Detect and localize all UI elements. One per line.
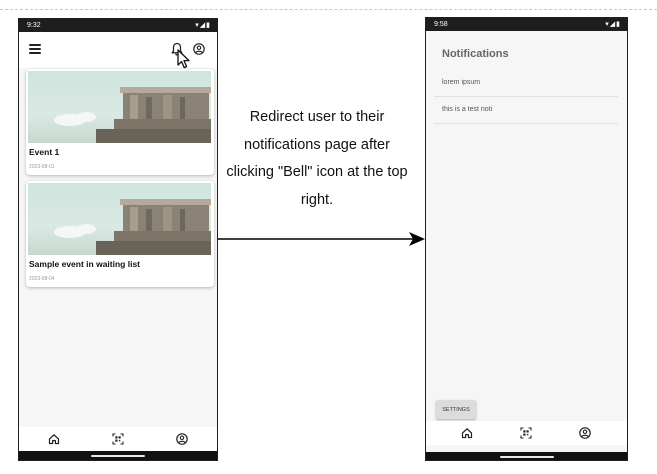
status-bar: 9:58 ▾◢▮ [426, 18, 627, 31]
instruction-caption: Redirect user to their notifications pag… [226, 109, 408, 208]
status-bar: 9:32 ▾◢▮ [19, 19, 217, 32]
notification-item[interactable]: lorem ipsum [434, 70, 618, 97]
home-indicator[interactable] [499, 456, 554, 458]
page-title: Notifications [442, 48, 509, 60]
flow-arrow [218, 232, 425, 246]
account-icon[interactable] [193, 43, 205, 55]
status-time: 9:32 [27, 22, 41, 29]
top-dashed-border [0, 9, 657, 10]
profile-icon[interactable] [176, 433, 188, 445]
status-icons: ▾◢▮ [605, 21, 621, 28]
notification-text: lorem ipsum [442, 79, 481, 86]
gesture-bar [426, 452, 627, 460]
event-date: 2023-08-04 [29, 276, 55, 282]
notifications-screen: 9:58 ▾◢▮ Notifications lorem ipsum this … [425, 17, 628, 461]
event-title: Sample event in waiting list [29, 259, 140, 269]
settings-button[interactable]: SETTINGS [436, 400, 476, 419]
event-image [28, 71, 211, 143]
home-icon[interactable] [461, 427, 473, 439]
events-screen: 9:32 ▾◢▮ Event 1 2023-08-01 Sample event… [18, 18, 218, 461]
status-icons: ▾◢▮ [195, 22, 211, 29]
home-icon[interactable] [48, 433, 60, 445]
event-date: 2023-08-01 [29, 164, 55, 170]
qr-scan-icon[interactable] [520, 427, 532, 439]
bottom-navigation [19, 427, 217, 451]
menu-icon[interactable] [29, 44, 41, 54]
event-card[interactable]: Sample event in waiting list 2023-08-04 [26, 181, 214, 287]
qr-scan-icon[interactable] [112, 433, 124, 445]
profile-icon[interactable] [579, 427, 591, 439]
notification-text: this is a test noti [442, 106, 493, 113]
bottom-navigation [426, 421, 627, 445]
mouse-cursor-icon [177, 49, 190, 69]
gesture-bar [19, 451, 217, 460]
event-image [28, 183, 211, 255]
home-indicator[interactable] [91, 455, 145, 457]
notification-item[interactable]: this is a test noti [434, 97, 618, 124]
event-card[interactable]: Event 1 2023-08-01 [26, 69, 214, 175]
status-time: 9:58 [434, 21, 448, 28]
event-title: Event 1 [29, 147, 60, 157]
